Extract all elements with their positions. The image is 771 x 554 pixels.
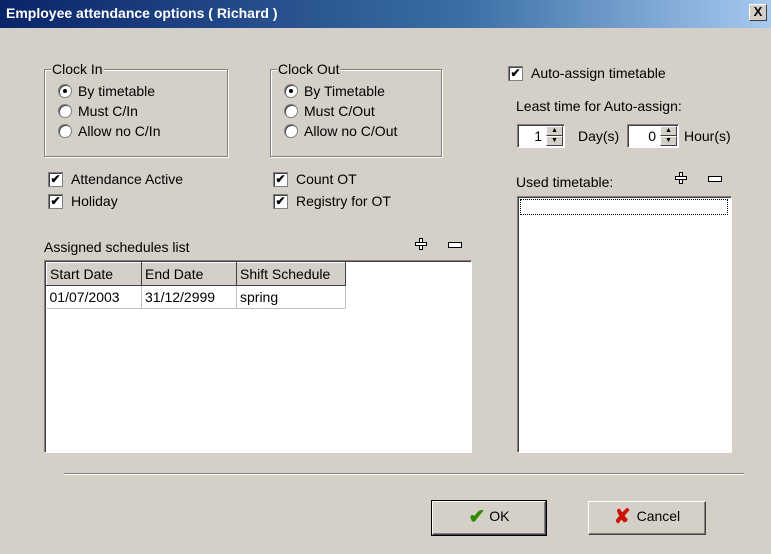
clock-out-option-must[interactable]: Must C/Out xyxy=(284,102,375,120)
table-row[interactable]: 01/07/2003 31/12/2999 spring xyxy=(46,285,346,309)
days-unit-label: Day(s) xyxy=(578,128,620,144)
count-ot-checkbox[interactable]: ✔ Count OT xyxy=(273,170,357,188)
radio-selected-icon xyxy=(284,84,298,99)
clock-in-option-by-timetable[interactable]: By timetable xyxy=(58,82,155,100)
radio-icon xyxy=(284,124,298,139)
hours-value: 0 xyxy=(648,128,656,144)
add-timetable-icon[interactable] xyxy=(675,172,687,184)
title-bar: Employee attendance options ( Richard ) … xyxy=(0,0,771,28)
remove-timetable-icon[interactable] xyxy=(708,176,722,182)
spin-up-icon[interactable]: ▲ xyxy=(660,126,677,136)
holiday-checkbox[interactable]: ✔ Holiday xyxy=(48,192,118,210)
table-header-row: Start Date End Date Shift Schedule xyxy=(46,262,346,286)
ok-button[interactable]: ✔ OK xyxy=(431,500,547,536)
window-title: Employee attendance options ( Richard ) xyxy=(6,5,278,21)
clock-out-option-allow-no[interactable]: Allow no C/Out xyxy=(284,122,397,140)
table-cell: spring xyxy=(236,285,346,309)
spin-down-icon[interactable]: ▼ xyxy=(546,136,563,146)
checkbox-checked-icon: ✔ xyxy=(48,171,63,187)
clock-in-legend: Clock In xyxy=(51,61,104,77)
x-icon: ✘ xyxy=(613,506,631,529)
clock-in-group: Clock In By timetable Must C/In Allow no… xyxy=(44,61,228,157)
clock-out-group: Clock Out By Timetable Must C/Out Allow … xyxy=(270,61,442,157)
checkbox-checked-icon: ✔ xyxy=(273,193,288,209)
separator xyxy=(64,473,744,475)
radio-selected-icon xyxy=(58,84,72,99)
list-focus-row[interactable] xyxy=(520,199,728,215)
checkbox-checked-icon: ✔ xyxy=(508,65,523,81)
schedules-label: Assigned schedules list xyxy=(44,239,190,255)
clock-out-legend: Clock Out xyxy=(277,61,341,77)
table-cell: 31/12/2999 xyxy=(141,285,237,309)
radio-icon xyxy=(58,104,72,119)
checkbox-checked-icon: ✔ xyxy=(48,193,63,209)
clock-in-option-allow-no[interactable]: Allow no C/In xyxy=(58,122,160,140)
clock-out-option-by-timetable[interactable]: By Timetable xyxy=(284,82,385,100)
days-value: 1 xyxy=(534,128,542,144)
column-start-date[interactable]: Start Date xyxy=(46,262,142,286)
spinner-buttons[interactable]: ▲ ▼ xyxy=(546,126,563,146)
schedules-list[interactable]: Start Date End Date Shift Schedule 01/07… xyxy=(44,260,472,453)
days-spinner[interactable]: 1 ▲ ▼ xyxy=(517,124,565,148)
used-timetable-label: Used timetable: xyxy=(516,174,614,190)
spin-down-icon[interactable]: ▼ xyxy=(660,136,677,146)
auto-assign-checkbox[interactable]: ✔ Auto-assign timetable xyxy=(508,64,666,82)
hours-spinner[interactable]: 0 ▲ ▼ xyxy=(627,124,679,148)
spinner-buttons[interactable]: ▲ ▼ xyxy=(660,126,677,146)
spin-up-icon[interactable]: ▲ xyxy=(546,126,563,136)
checkbox-checked-icon: ✔ xyxy=(273,171,288,187)
schedules-table: Start Date End Date Shift Schedule 01/07… xyxy=(46,262,346,309)
table-cell: 01/07/2003 xyxy=(46,285,142,309)
least-time-label: Least time for Auto-assign: xyxy=(516,98,682,114)
clock-in-option-must[interactable]: Must C/In xyxy=(58,102,138,120)
add-schedule-icon[interactable] xyxy=(415,238,427,250)
cancel-button[interactable]: ✘ Cancel xyxy=(588,501,706,535)
checkmark-icon: ✔ xyxy=(468,506,486,529)
used-timetable-list[interactable] xyxy=(517,196,732,453)
hours-unit-label: Hour(s) xyxy=(684,128,731,144)
radio-icon xyxy=(58,124,72,139)
dialog-body: Clock In By timetable Must C/In Allow no… xyxy=(0,28,771,554)
registry-ot-checkbox[interactable]: ✔ Registry for OT xyxy=(273,192,391,210)
column-end-date[interactable]: End Date xyxy=(141,262,237,286)
radio-icon xyxy=(284,104,298,119)
close-button[interactable]: X xyxy=(749,4,767,21)
column-shift-schedule[interactable]: Shift Schedule xyxy=(236,262,346,286)
attendance-active-checkbox[interactable]: ✔ Attendance Active xyxy=(48,170,183,188)
remove-schedule-icon[interactable] xyxy=(448,242,462,248)
